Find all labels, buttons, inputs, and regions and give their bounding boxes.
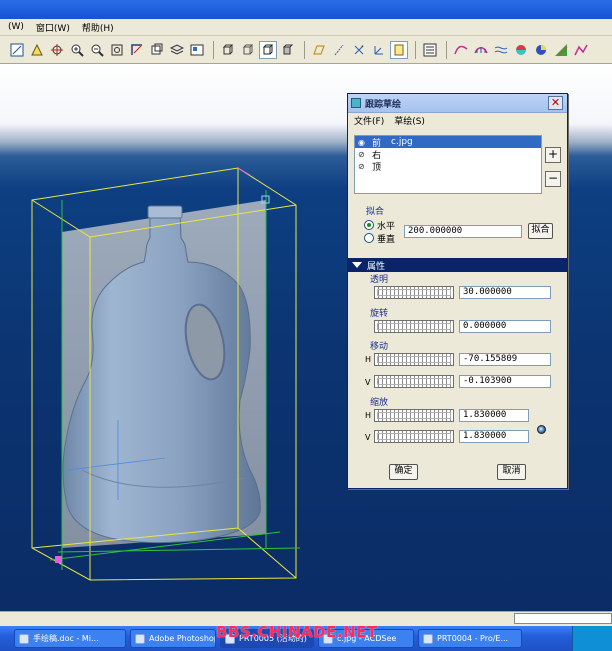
toolbar-separator xyxy=(304,40,305,59)
add-button[interactable]: + xyxy=(545,147,561,163)
repaint-icon[interactable] xyxy=(28,41,46,59)
slope-analysis-icon[interactable] xyxy=(552,41,570,59)
hidden-eye-icon[interactable]: ⊘ xyxy=(358,162,372,171)
hidden-line-icon[interactable] xyxy=(239,41,257,59)
dialog-title: 跟踪草绘 xyxy=(365,99,402,110)
remove-button[interactable]: − xyxy=(545,171,561,187)
view-list: ◉ 前 c.jpg ⊘ 右 ⊘ 顶 xyxy=(354,135,542,194)
scale-h-field[interactable]: 1.830000 xyxy=(459,409,529,422)
properties-header[interactable]: 属性 xyxy=(348,258,567,272)
list-item-file: c.jpg xyxy=(391,137,413,147)
list-item-right[interactable]: ⊘ 右 xyxy=(355,148,541,161)
taskbar-item-word[interactable]: 手绘稿.doc - Mi... xyxy=(14,629,126,648)
reflection-icon[interactable] xyxy=(492,41,510,59)
transparency-slider[interactable] xyxy=(374,286,454,299)
menu-item-partial[interactable]: (W) xyxy=(2,22,30,32)
system-tray[interactable] xyxy=(572,626,612,651)
hidden-eye-icon[interactable]: ⊘ xyxy=(358,150,372,159)
menu-item-help[interactable]: 帮助(H) xyxy=(76,21,120,34)
move-v-slider[interactable] xyxy=(374,375,454,388)
radio-checked[interactable] xyxy=(364,220,374,230)
toolbar-separator xyxy=(213,40,214,59)
cancel-button[interactable]: 取消 xyxy=(497,464,526,480)
rotation-slider[interactable] xyxy=(374,320,454,333)
dialog-menu-file[interactable]: 文件(F) xyxy=(354,114,384,127)
dialog-app-icon xyxy=(351,98,361,108)
fit-group-label: 拟合 xyxy=(366,207,385,217)
fit-vertical-radio[interactable]: 垂直 xyxy=(364,232,395,245)
dialog-menu-bar: 文件(F) 草绘(S) xyxy=(348,113,567,128)
close-icon[interactable]: ✕ xyxy=(548,96,563,110)
surface-analysis-icon[interactable] xyxy=(472,41,490,59)
svg-text:*: * xyxy=(361,45,364,51)
radio-unchecked[interactable] xyxy=(364,233,374,243)
menu-item-window[interactable]: 窗口(W) xyxy=(30,21,76,34)
scale-lock-icon[interactable] xyxy=(537,425,546,434)
reorient-icon[interactable] xyxy=(128,41,146,59)
move-h-slider[interactable] xyxy=(374,353,454,366)
scale-h-slider[interactable] xyxy=(374,409,454,422)
frame-handle[interactable] xyxy=(55,556,62,563)
orient-icon[interactable] xyxy=(48,41,66,59)
no-hidden-icon[interactable] xyxy=(259,40,277,59)
scale-label: 缩放 xyxy=(370,398,389,408)
layers-icon[interactable] xyxy=(168,41,186,59)
zoom-out-icon[interactable] xyxy=(88,41,106,59)
datum-planes-icon[interactable] xyxy=(310,41,328,59)
sketch-icon[interactable] xyxy=(8,41,26,59)
proe-icon xyxy=(423,633,433,644)
rotation-field[interactable]: 0.000000 xyxy=(459,320,551,333)
annotations-icon[interactable] xyxy=(390,40,408,59)
scale-v-label: V xyxy=(365,433,371,442)
shaded-curvature-icon[interactable] xyxy=(532,41,550,59)
fit-value-field[interactable]: 200.000000 xyxy=(404,225,522,238)
fit-horizontal-radio[interactable]: 水平 xyxy=(364,219,395,232)
list-item-front[interactable]: ◉ 前 c.jpg xyxy=(355,136,541,149)
site-watermark: BBS.CHINADE.NET xyxy=(216,623,378,641)
word-icon xyxy=(19,633,29,644)
zoom-in-icon[interactable] xyxy=(68,41,86,59)
refit-icon[interactable] xyxy=(108,41,126,59)
model-tree-icon[interactable] xyxy=(421,41,439,59)
section-analysis-icon[interactable] xyxy=(572,41,590,59)
move-h-label: H xyxy=(365,355,372,364)
dialog-title-bar[interactable]: 跟踪草绘 ✕ xyxy=(348,94,567,113)
wireframe-icon[interactable] xyxy=(219,41,237,59)
scale-v-field[interactable]: 1.830000 xyxy=(459,430,529,443)
window-title-bar xyxy=(0,0,612,19)
datum-axes-icon[interactable] xyxy=(330,41,348,59)
datum-points-icon[interactable]: * xyxy=(350,41,368,59)
trace-sketch-dialog: 跟踪草绘 ✕ 文件(F) 草绘(S) ◉ 前 c.jpg ⊘ 右 ⊘ 顶 + −… xyxy=(347,93,568,489)
transparency-label: 透明 xyxy=(370,275,389,285)
shading-icon[interactable] xyxy=(279,41,297,59)
taskbar-item-photoshop[interactable]: Adobe Photoshop xyxy=(130,629,216,648)
toolbar-separator xyxy=(415,40,416,59)
transparency-field[interactable]: 30.000000 xyxy=(459,286,551,299)
photoshop-icon xyxy=(135,633,145,644)
saved-views-icon[interactable] xyxy=(148,41,166,59)
curve-analysis-icon[interactable] xyxy=(452,41,470,59)
status-filter-field[interactable] xyxy=(514,613,612,624)
move-label: 移动 xyxy=(370,342,389,352)
menu-bar: (W) 窗口(W) 帮助(H) xyxy=(0,19,612,36)
move-h-field[interactable]: -70.155809 xyxy=(459,353,551,366)
toolbar-separator xyxy=(446,40,447,59)
fit-button[interactable]: 拟合 xyxy=(528,223,553,239)
rotation-label: 旋转 xyxy=(370,309,389,319)
scale-v-slider[interactable] xyxy=(374,430,454,443)
draft-analysis-icon[interactable] xyxy=(512,41,530,59)
view-manager-icon[interactable] xyxy=(188,41,206,59)
main-toolbar: * xyxy=(0,36,612,64)
eye-icon[interactable]: ◉ xyxy=(358,138,372,147)
dialog-menu-sketch[interactable]: 草绘(S) xyxy=(394,114,425,127)
taskbar-item-prt0004[interactable]: PRT0004 - Pro/E... xyxy=(418,629,522,648)
move-v-field[interactable]: -0.103900 xyxy=(459,375,551,388)
move-v-label: V xyxy=(365,378,371,387)
list-item-top[interactable]: ⊘ 顶 xyxy=(355,160,541,173)
collapse-triangle-icon xyxy=(352,262,362,268)
scale-h-label: H xyxy=(365,411,372,420)
coordinate-system-icon[interactable] xyxy=(370,41,388,59)
ok-button[interactable]: 确定 xyxy=(389,464,418,480)
